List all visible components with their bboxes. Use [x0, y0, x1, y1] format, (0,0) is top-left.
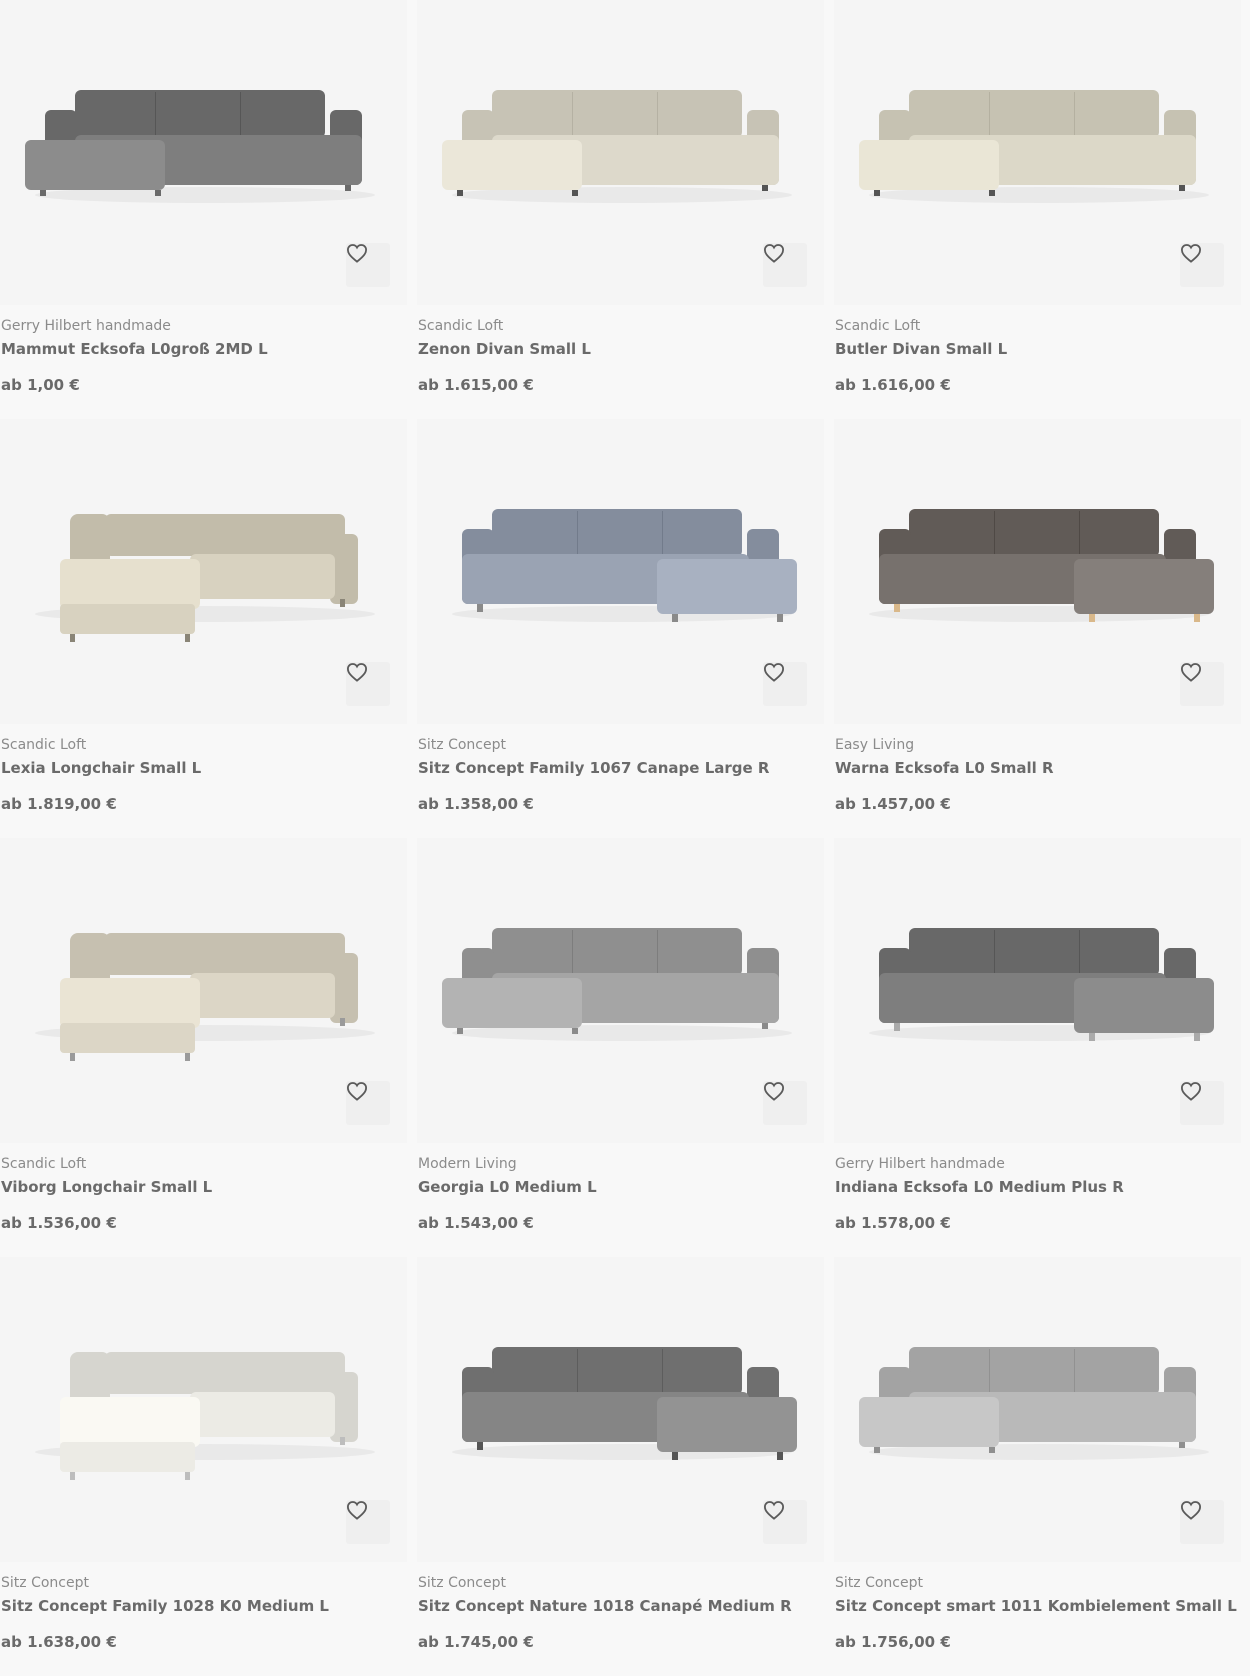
product-name[interactable]: Lexia Longchair Small L — [1, 759, 201, 777]
product-image[interactable] — [417, 419, 824, 724]
product-name[interactable]: Sitz Concept Family 1067 Canape Large R — [418, 759, 769, 777]
product-card[interactable]: Gerry Hilbert handmade Mammut Ecksofa L0g… — [0, 0, 407, 419]
product-image[interactable] — [417, 1257, 824, 1562]
wishlist-button[interactable] — [1180, 1500, 1224, 1544]
product-price: ab 1.578,00 € — [835, 1214, 951, 1232]
product-price: ab 1.638,00 € — [1, 1633, 117, 1651]
product-price: ab 1.616,00 € — [835, 376, 951, 394]
product-image[interactable] — [0, 838, 407, 1143]
product-card[interactable]: Scandic Loft Lexia Longchair Small L ab 1.… — [0, 419, 407, 838]
product-brand: Sitz Concept — [418, 737, 506, 753]
product-name[interactable]: Viborg Longchair Small L — [1, 1178, 212, 1196]
product-name[interactable]: Zenon Divan Small L — [418, 340, 591, 358]
product-card[interactable]: Scandic Loft Zenon Divan Small L ab 1.615,… — [417, 0, 824, 419]
product-image[interactable] — [417, 838, 824, 1143]
product-price: ab 1.457,00 € — [835, 795, 951, 813]
product-brand: Scandic Loft — [418, 318, 504, 334]
product-brand: Scandic Loft — [1, 737, 87, 753]
product-price: ab 1.615,00 € — [418, 376, 534, 394]
product-card[interactable]: Scandic Loft Viborg Longchair Small L ab 1… — [0, 838, 407, 1257]
product-brand: Sitz Concept — [418, 1575, 506, 1591]
product-brand: Sitz Concept — [1, 1575, 89, 1591]
wishlist-button[interactable] — [763, 1500, 807, 1544]
product-name[interactable]: Mammut Ecksofa L0groß 2MD L — [1, 340, 268, 358]
product-name[interactable]: Sitz Concept smart 1011 Kombielement Sma… — [835, 1597, 1237, 1615]
wishlist-button[interactable] — [346, 243, 390, 287]
product-name[interactable]: Sitz Concept Nature 1018 Canapé Medium R — [418, 1597, 792, 1615]
product-image[interactable] — [834, 0, 1241, 305]
product-name[interactable]: Butler Divan Small L — [835, 340, 1007, 358]
product-card[interactable]: Sitz Concept Sitz Concept Family 1028 K0 … — [0, 1257, 407, 1676]
product-brand: Gerry Hilbert handmade — [1, 318, 171, 334]
wishlist-button[interactable] — [763, 243, 807, 287]
product-price: ab 1.536,00 € — [1, 1214, 117, 1232]
product-card[interactable]: Sitz Concept Sitz Concept Nature 1018 Can… — [417, 1257, 824, 1676]
wishlist-button[interactable] — [346, 662, 390, 706]
product-brand: Sitz Concept — [835, 1575, 923, 1591]
product-name[interactable]: Warna Ecksofa L0 Small R — [835, 759, 1054, 777]
product-card[interactable]: Sitz Concept Sitz Concept smart 1011 Komb… — [834, 1257, 1241, 1676]
product-image[interactable] — [0, 419, 407, 724]
product-price: ab 1.756,00 € — [835, 1633, 951, 1651]
product-image[interactable] — [834, 419, 1241, 724]
product-card[interactable]: Gerry Hilbert handmade Indiana Ecksofa L0… — [834, 838, 1241, 1257]
wishlist-button[interactable] — [763, 1081, 807, 1125]
product-name[interactable]: Indiana Ecksofa L0 Medium Plus R — [835, 1178, 1124, 1196]
product-image[interactable] — [834, 838, 1241, 1143]
product-price: ab 1.819,00 € — [1, 795, 117, 813]
product-brand: Scandic Loft — [1, 1156, 87, 1172]
product-brand: Gerry Hilbert handmade — [835, 1156, 1005, 1172]
product-name[interactable]: Georgia L0 Medium L — [418, 1178, 597, 1196]
wishlist-button[interactable] — [346, 1500, 390, 1544]
wishlist-button[interactable] — [1180, 1081, 1224, 1125]
product-image[interactable] — [0, 1257, 407, 1562]
product-image[interactable] — [834, 1257, 1241, 1562]
product-image[interactable] — [417, 0, 824, 305]
product-brand: Scandic Loft — [835, 318, 921, 334]
product-card[interactable]: Sitz Concept Sitz Concept Family 1067 Can… — [417, 419, 824, 838]
product-price: ab 1.543,00 € — [418, 1214, 534, 1232]
product-brand: Modern Living — [418, 1156, 517, 1172]
product-grid: Gerry Hilbert handmade Mammut Ecksofa L0g… — [0, 0, 1241, 1676]
wishlist-button[interactable] — [763, 662, 807, 706]
product-name[interactable]: Sitz Concept Family 1028 K0 Medium L — [1, 1597, 329, 1615]
product-card[interactable]: Modern Living Georgia L0 Medium L ab 1.543… — [417, 838, 824, 1257]
product-card[interactable]: Scandic Loft Butler Divan Small L ab 1.616… — [834, 0, 1241, 419]
wishlist-button[interactable] — [346, 1081, 390, 1125]
product-card[interactable]: Easy Living Warna Ecksofa L0 Small R ab 1.… — [834, 419, 1241, 838]
wishlist-button[interactable] — [1180, 662, 1224, 706]
wishlist-button[interactable] — [1180, 243, 1224, 287]
product-price: ab 1,00 € — [1, 376, 80, 394]
product-brand: Easy Living — [835, 737, 915, 753]
product-price: ab 1.358,00 € — [418, 795, 534, 813]
product-image[interactable] — [0, 0, 407, 305]
product-price: ab 1.745,00 € — [418, 1633, 534, 1651]
